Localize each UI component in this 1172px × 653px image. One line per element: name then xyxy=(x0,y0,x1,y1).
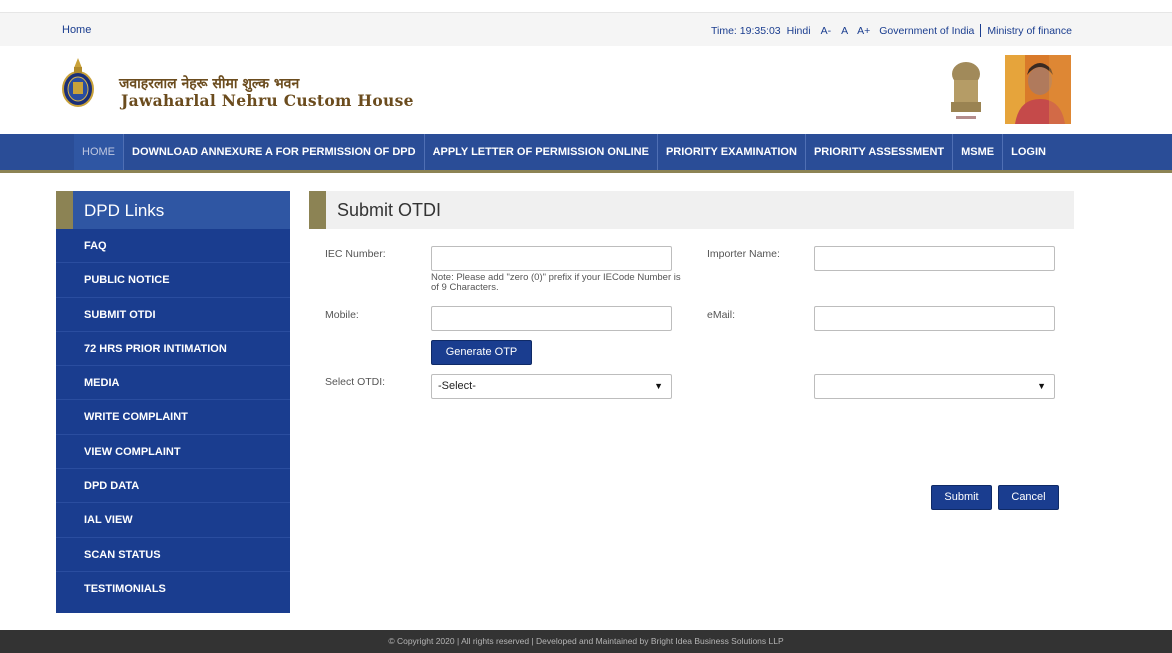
ministry-link[interactable]: Ministry of finance xyxy=(987,25,1072,37)
sidebar-item-submit-otdi[interactable]: SUBMIT OTDI xyxy=(56,298,290,332)
mobile-input[interactable] xyxy=(431,306,672,331)
nav-item-msme[interactable]: MSME xyxy=(953,134,1004,170)
font-decrease-button[interactable]: A- xyxy=(821,25,832,37)
iec-number-label: IEC Number: xyxy=(325,248,386,260)
nav-item-priority-examination[interactable]: PRIORITY EXAMINATION xyxy=(658,134,806,170)
page-title: Submit OTDI xyxy=(337,200,442,220)
nav-item-apply-letter[interactable]: APPLY LETTER OF PERMISSION ONLINE xyxy=(425,134,658,170)
top-bar: Home Time: 19:35:03 Hindi A- A A+ Govern… xyxy=(0,0,1172,46)
header-title: Jawaharlal Nehru Custom House xyxy=(121,91,414,110)
form-header: Submit OTDI xyxy=(309,191,1074,229)
nav-items: HOME DOWNLOAD ANNEXURE A FOR PERMISSION … xyxy=(74,134,1054,170)
national-emblem-icon xyxy=(942,56,990,126)
home-link[interactable]: Home xyxy=(62,24,91,36)
time-display: Time: 19:35:03 xyxy=(710,24,781,37)
email-label: eMail: xyxy=(707,309,736,321)
gov-india-link[interactable]: Government of India xyxy=(879,25,974,37)
submit-button[interactable]: Submit xyxy=(931,485,992,510)
sidebar-item-72hrs-prior-intimation[interactable]: 72 HRS PRIOR INTIMATION xyxy=(56,332,290,367)
select-otdi-value: -Select- xyxy=(438,380,476,392)
nav-item-download-annexure[interactable]: DOWNLOAD ANNEXURE A FOR PERMISSION OF DP… xyxy=(124,134,425,170)
sidebar-item-write-complaint[interactable]: WRITE COMPLAINT xyxy=(56,400,290,435)
sidebar-item-public-notice[interactable]: PUBLIC NOTICE xyxy=(56,263,290,298)
cancel-button[interactable]: Cancel xyxy=(998,485,1059,510)
footer: © Copyright 2020 | All rights reserved |… xyxy=(0,630,1172,653)
select-otdi-dropdown[interactable]: -Select- ▼ xyxy=(431,374,672,399)
sidebar-item-ial-view[interactable]: IAL VIEW xyxy=(56,503,290,538)
main-nav: HOME DOWNLOAD ANNEXURE A FOR PERMISSION … xyxy=(0,134,1172,173)
copyright-text: © Copyright 2020 | All rights reserved |… xyxy=(388,636,784,646)
iec-number-input[interactable] xyxy=(431,246,672,271)
sidebar-item-media[interactable]: MEDIA xyxy=(56,366,290,401)
select-otdi-label: Select OTDI: xyxy=(325,376,386,388)
sidebar-item-testimonials[interactable]: TESTIMONIALS xyxy=(56,572,290,606)
nav-item-priority-assessment[interactable]: PRIORITY ASSESSMENT xyxy=(806,134,954,170)
sidebar-header: DPD Links xyxy=(56,191,290,229)
sidebar-item-dpd-data[interactable]: DPD DATA xyxy=(56,469,290,504)
sidebar-header-accent xyxy=(56,191,73,229)
sidebar-title: DPD Links xyxy=(84,201,165,220)
dropdown-arrow-icon: ▼ xyxy=(654,381,663,391)
sidebar-item-view-complaint[interactable]: VIEW COMPLAINT xyxy=(56,435,290,470)
mobile-label: Mobile: xyxy=(325,309,359,321)
generate-otp-button[interactable]: Generate OTP xyxy=(431,340,532,365)
customs-emblem-icon xyxy=(62,58,94,107)
nav-item-login[interactable]: LOGIN xyxy=(1003,134,1054,170)
font-normal-button[interactable]: A xyxy=(841,25,848,37)
importer-name-label: Importer Name: xyxy=(707,248,780,260)
top-right-links: Time: 19:35:03 Hindi A- A A+ Government … xyxy=(711,24,1072,37)
minister-portrait xyxy=(1005,55,1071,124)
importer-name-input[interactable] xyxy=(814,246,1055,271)
iec-note: Note: Please add "zero (0)" prefix if yo… xyxy=(431,272,681,293)
sidebar: DPD Links FAQ PUBLIC NOTICE SUBMIT OTDI … xyxy=(56,191,290,613)
form-header-accent xyxy=(309,191,326,229)
sidebar-item-faq[interactable]: FAQ xyxy=(56,229,290,264)
sidebar-item-scan-status[interactable]: SCAN STATUS xyxy=(56,538,290,572)
top-separator xyxy=(980,24,982,37)
email-input[interactable] xyxy=(814,306,1055,331)
secondary-select-dropdown[interactable]: ▼ xyxy=(814,374,1055,399)
nav-item-home[interactable]: HOME xyxy=(74,134,124,170)
font-increase-button[interactable]: A+ xyxy=(857,25,870,37)
hindi-link[interactable]: Hindi xyxy=(787,25,811,37)
site-header: जवाहरलाल नेहरू सीमा शुल्क भवन Jawaharlal… xyxy=(0,46,1172,134)
dropdown-arrow-icon: ▼ xyxy=(1037,381,1046,391)
